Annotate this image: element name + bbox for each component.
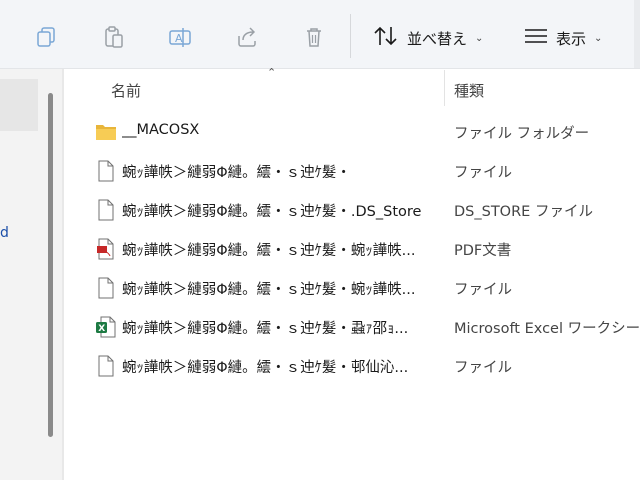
file-type: PDF文書 — [454, 243, 512, 259]
delete-icon[interactable] — [299, 22, 329, 52]
file-name: 蜿ｯ譁帙＞縺弱Φ縺。繧・ｓ迚ｹ髮・蜿ｯ譁帙... — [122, 282, 416, 298]
column-header-name[interactable]: 名前 — [111, 78, 141, 102]
svg-text:X: X — [98, 324, 105, 334]
rename-icon[interactable]: A — [165, 22, 195, 52]
file-row[interactable]: 蜿ｯ譁帙＞縺弱Φ縺。繧・ｓ迚ｹ髮・邨仙沁... ファイル — [90, 347, 640, 385]
chevron-down-icon: ⌄ — [594, 32, 603, 44]
copy-icon[interactable] — [31, 22, 61, 52]
file-icon — [95, 199, 117, 221]
sort-icon — [373, 25, 399, 51]
file-row[interactable]: 蜿ｯ譁帙＞縺弱Φ縺。繧・ｓ迚ｹ髮・ ファイル — [90, 152, 640, 190]
column-divider[interactable] — [444, 70, 445, 106]
nav-selected-item[interactable] — [0, 79, 38, 131]
column-header-type[interactable]: 種類 — [454, 78, 484, 102]
folder-icon — [95, 121, 117, 143]
file-name: 蜿ｯ譁帙＞縺弱Φ縺。繧・ｓ迚ｹ髮・ — [122, 165, 351, 181]
view-label: 表示 — [556, 29, 587, 48]
nav-item-partial[interactable]: d — [0, 225, 9, 241]
file-row[interactable]: __MACOSX ファイル フォルダー — [90, 113, 640, 151]
file-name: 蜿ｯ譁帙＞縺弱Φ縺。繧・ｓ迚ｹ髮・蜿ｯ譁帙... — [122, 243, 416, 259]
file-type: ファイル — [454, 165, 512, 181]
window-edge — [634, 0, 640, 68]
file-icon — [95, 277, 117, 299]
file-type: ファイル — [454, 282, 512, 298]
chevron-down-icon: ⌄ — [475, 32, 484, 44]
sort-label: 並べ替え — [407, 29, 468, 48]
excel-icon: X — [95, 316, 117, 338]
toolbar-separator — [350, 14, 351, 58]
file-row[interactable]: 蜿ｯ譁帙＞縺弱Φ縺。繧・ｓ迚ｹ髮・蜿ｯ譁帙... PDF文書 — [90, 230, 640, 268]
file-icon — [95, 355, 117, 377]
command-bar: A 並べ替え ⌄ 表示 ⌄ — [0, 0, 640, 69]
file-type: ファイル — [454, 360, 512, 376]
file-type: ファイル フォルダー — [454, 126, 590, 142]
file-name: 蜿ｯ譁帙＞縺弱Φ縺。繧・ｓ迚ｹ髮・蝨ｧ邵ｮ... — [122, 321, 409, 337]
sort-button[interactable]: 並べ替え ⌄ — [373, 24, 483, 52]
pdf-icon — [95, 238, 117, 260]
pane-divider[interactable] — [62, 69, 64, 480]
file-row[interactable]: X 蜿ｯ譁帙＞縺弱Φ縺。繧・ｓ迚ｹ髮・蝨ｧ邵ｮ... Microsoft Exc… — [90, 308, 640, 346]
file-name: __MACOSX — [122, 122, 200, 138]
file-type: DS_STORE ファイル — [454, 204, 593, 220]
file-icon — [95, 160, 117, 182]
paste-icon[interactable] — [99, 22, 129, 52]
view-icon — [524, 27, 548, 49]
view-button[interactable]: 表示 ⌄ — [524, 24, 602, 52]
column-header-type-label: 種類 — [454, 81, 485, 100]
file-name: 蜿ｯ譁帙＞縺弱Φ縺。繧・ｓ迚ｹ髮・.DS_Store — [122, 204, 422, 220]
share-icon[interactable] — [232, 22, 262, 52]
nav-scrollbar[interactable] — [48, 93, 53, 437]
file-row[interactable]: 蜿ｯ譁帙＞縺弱Φ縺。繧・ｓ迚ｹ髮・.DS_Store DS_STORE ファイル — [90, 191, 640, 229]
file-row[interactable]: 蜿ｯ譁帙＞縺弱Φ縺。繧・ｓ迚ｹ髮・蜿ｯ譁帙... ファイル — [90, 269, 640, 307]
file-name: 蜿ｯ譁帙＞縺弱Φ縺。繧・ｓ迚ｹ髮・邨仙沁... — [122, 360, 409, 376]
svg-text:A: A — [175, 32, 183, 45]
file-type: Microsoft Excel ワークシート — [454, 321, 640, 337]
navigation-pane[interactable]: d — [0, 69, 64, 480]
sort-ascending-icon: ⌃ — [267, 66, 277, 79]
column-header-name-label: 名前 — [111, 81, 142, 100]
